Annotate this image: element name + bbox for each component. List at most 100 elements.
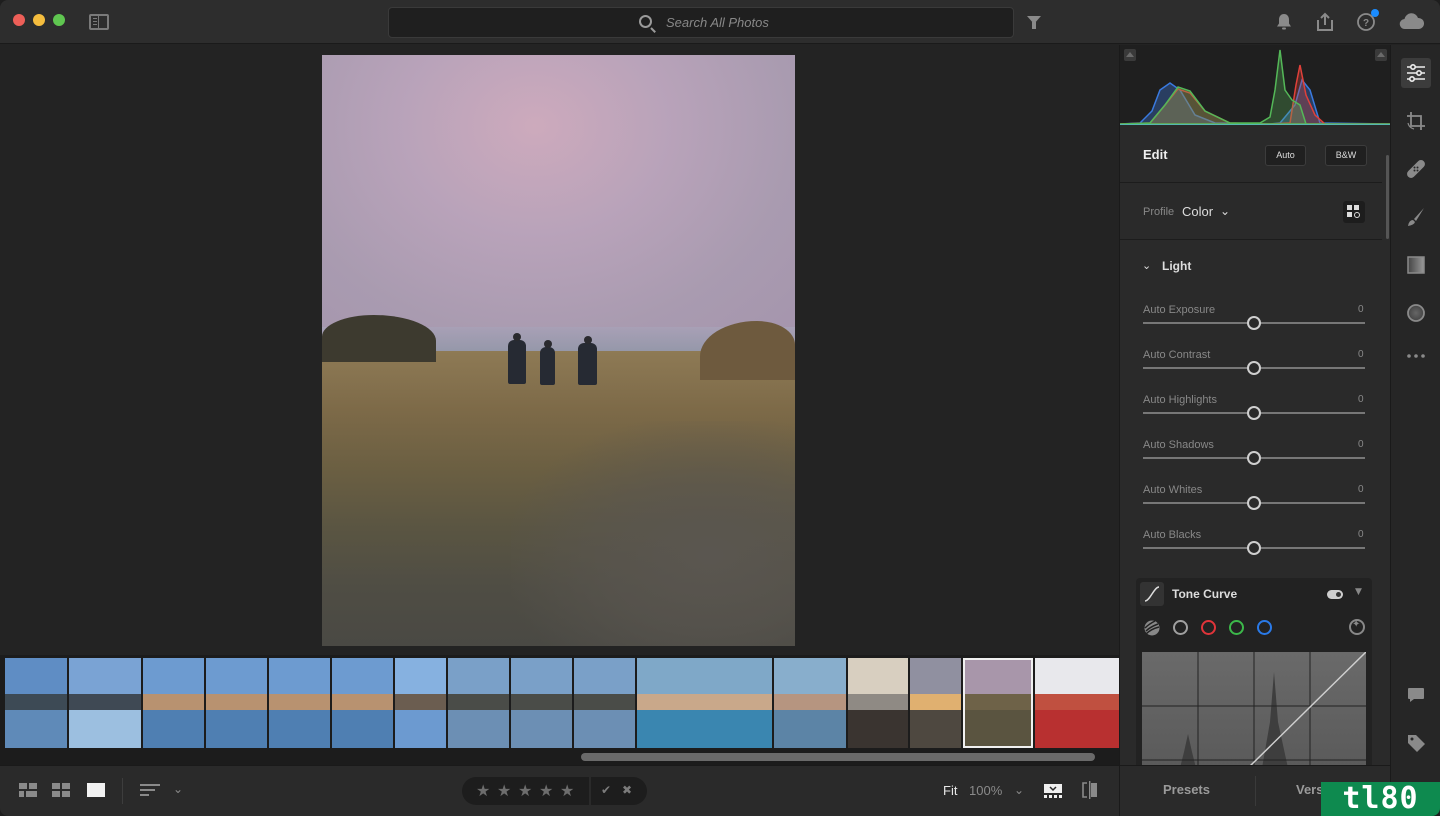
filmstrip-thumbnail[interactable] [637,658,772,748]
slider-thumb[interactable] [1247,496,1261,510]
filmstrip-thumbnail[interactable] [1035,658,1119,748]
maximize-window-button[interactable] [53,14,65,26]
filmstrip-thumbnail[interactable] [143,658,204,748]
profile-dropdown[interactable]: Color [1182,204,1213,219]
star-1[interactable]: ★ [476,781,490,800]
thumbnail-foreground [143,707,204,748]
thumbnail-midground [269,694,330,711]
star-3[interactable]: ★ [518,781,532,800]
star-5[interactable]: ★ [560,781,574,800]
filmstrip-thumbnail[interactable] [448,658,509,748]
comment-icon[interactable] [1401,680,1431,710]
filmstrip-thumbnail[interactable] [206,658,267,748]
profile-browser-icon[interactable] [1343,201,1365,223]
chevron-down-icon: ⌄ [1142,259,1152,272]
zoom-chevron-down-icon[interactable]: ⌄ [1014,783,1024,797]
slider-label: Auto Highlights [1143,394,1217,406]
tag-icon[interactable] [1401,728,1431,758]
point-curve-channel[interactable] [1173,620,1188,635]
slider-thumb[interactable] [1247,541,1261,555]
filmstrip-thumbnail[interactable] [848,658,908,748]
reject-flag-icon[interactable]: ✖ [620,783,634,797]
share-icon[interactable] [1313,10,1337,34]
tone-curve-icon[interactable] [1140,582,1164,606]
slider-value[interactable]: 0 [1358,529,1364,540]
targeted-adjustment-icon[interactable] [1349,619,1365,635]
light-section-header[interactable]: ⌄ Light [1120,241,1382,291]
square-grid-icon[interactable] [52,783,70,797]
thumbnail-midground [395,694,446,711]
panel-scrollbar[interactable] [1386,155,1389,239]
cloud-icon[interactable] [1398,10,1426,34]
black-white-button[interactable]: B&W [1325,145,1367,166]
more-icon[interactable] [1401,341,1431,371]
thumbnail-midground [332,694,393,711]
thumbnail-midground [848,694,908,711]
star-2[interactable]: ★ [497,781,511,800]
main-photo[interactable] [322,55,795,646]
filmstrip-thumbnail[interactable] [574,658,635,748]
slider-thumb[interactable] [1247,451,1261,465]
edit-sliders-icon[interactable] [1401,58,1431,88]
green-channel[interactable] [1229,620,1244,635]
thumbnail-foreground [848,707,908,748]
slider-value[interactable]: 0 [1358,394,1364,405]
minimize-window-button[interactable] [33,14,45,26]
slider-thumb[interactable] [1247,316,1261,330]
filmstrip-thumbnail[interactable] [5,658,67,748]
parametric-curve-icon[interactable] [1144,620,1160,636]
close-window-button[interactable] [13,14,25,26]
photo-grid-icon[interactable] [19,783,37,797]
filmstrip-thumbnail[interactable] [511,658,572,748]
sidebar-toggle-icon[interactable] [89,14,109,30]
filmstrip-thumbnail[interactable] [774,658,846,748]
filmstrip-thumbnail[interactable] [395,658,446,748]
tone-curve-visibility-toggle[interactable] [1327,590,1343,599]
pill-divider [589,777,591,805]
rating-flag-pill: ★ ★ ★ ★ ★ ✔ ✖ [462,777,647,805]
profile-chevron-down-icon[interactable]: ⌄ [1220,204,1230,218]
sort-icon[interactable] [140,784,160,798]
photo-sky [322,55,795,339]
filmstrip-thumbnail[interactable] [910,658,961,748]
blue-channel[interactable] [1257,620,1272,635]
edit-header: Edit Auto B&W [1120,127,1382,183]
brush-icon[interactable] [1401,202,1431,232]
filmstrip-scrollbar[interactable] [581,753,1095,761]
red-channel[interactable] [1201,620,1216,635]
fit-button[interactable]: Fit [943,783,957,798]
auto-button[interactable]: Auto [1265,145,1306,166]
slider-value[interactable]: 0 [1358,349,1364,360]
zoom-level-button[interactable]: 100% [969,783,1002,798]
sort-chevron-down-icon[interactable]: ⌄ [173,782,183,796]
slider-value[interactable]: 0 [1358,304,1364,315]
pick-flag-icon[interactable]: ✔ [599,783,613,797]
filter-icon[interactable] [1027,16,1041,29]
slider-value[interactable]: 0 [1358,484,1364,495]
filmstrip-thumbnail[interactable] [332,658,393,748]
slider-thumb[interactable] [1247,406,1261,420]
slider-auto-exposure: Auto Exposure 0 [1120,304,1382,349]
detail-view-icon[interactable] [87,783,105,797]
slider-thumb[interactable] [1247,361,1261,375]
compare-view-icon[interactable] [1081,781,1099,799]
slider-value[interactable]: 0 [1358,439,1364,450]
bell-icon[interactable] [1272,10,1296,34]
star-4[interactable]: ★ [539,781,553,800]
svg-text:?: ? [1363,18,1369,29]
bottom-toolbar: ⌄ ★ ★ ★ ★ ★ ✔ ✖ Fit 100% ⌄ [0,765,1119,816]
healing-bandage-icon[interactable] [1401,154,1431,184]
radial-gradient-icon[interactable] [1401,298,1431,328]
presets-tab[interactable]: Presets [1163,782,1210,797]
edit-panel: Edit Auto B&W Profile Color ⌄ ⌄ Light Au… [1119,45,1391,768]
filmstrip-toggle-icon[interactable] [1044,783,1062,798]
tone-curve-graph[interactable] [1142,652,1366,768]
search-input[interactable]: Search All Photos [388,7,1014,38]
filmstrip-thumbnail[interactable] [69,658,141,748]
thumbnail-foreground [1035,707,1119,748]
filmstrip-thumbnail-selected[interactable] [963,658,1033,748]
tone-curve-caret-icon[interactable]: ▼ [1355,587,1362,597]
filmstrip-thumbnail[interactable] [269,658,330,748]
linear-gradient-icon[interactable] [1401,250,1431,280]
crop-icon[interactable] [1401,106,1431,136]
